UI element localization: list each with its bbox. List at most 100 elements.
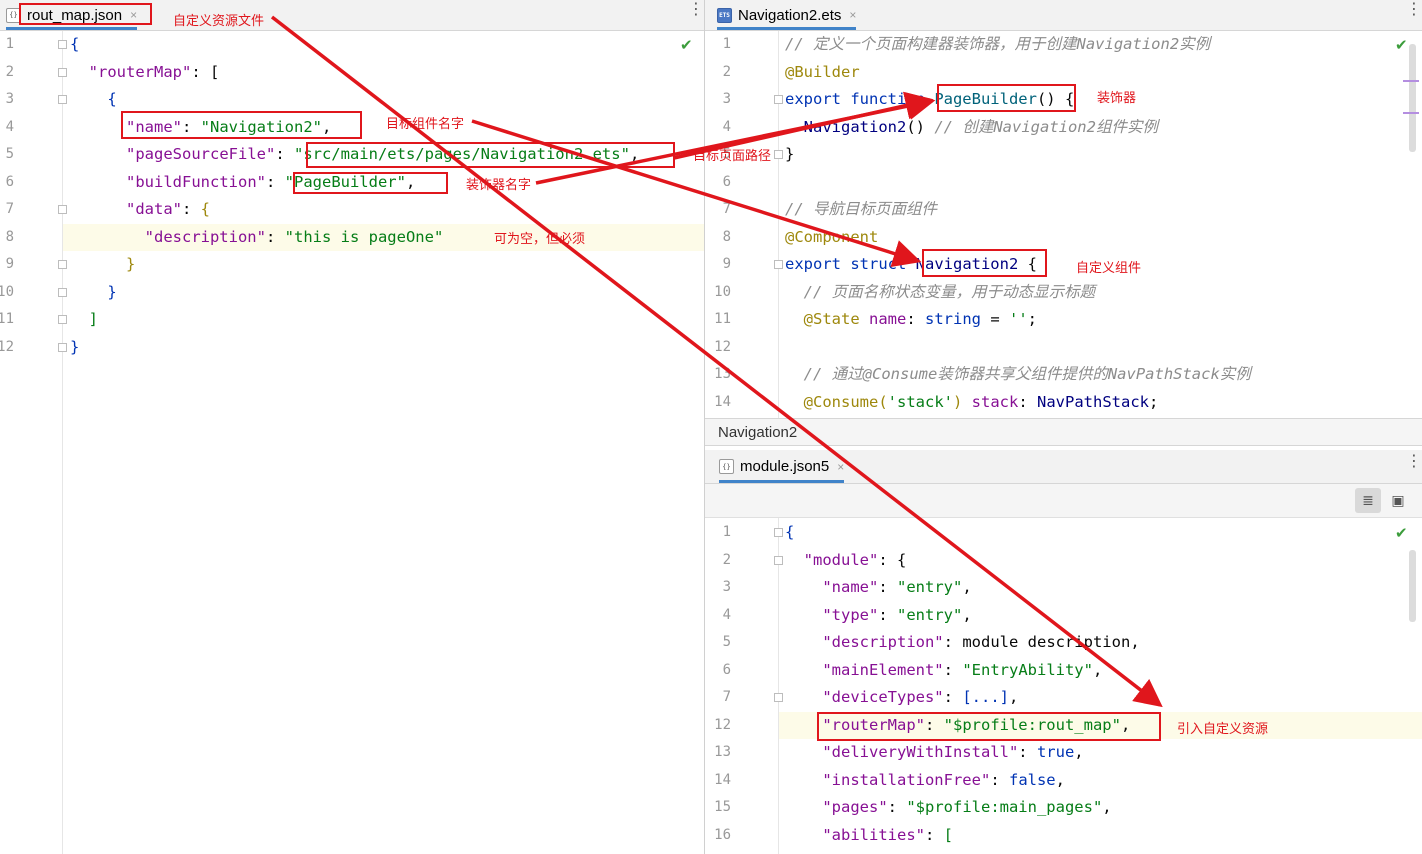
tab-navigation2-ets[interactable]: ETS Navigation2.ets × [717,0,857,30]
line-number[interactable]: 3 [705,86,731,114]
code-text[interactable]: } [70,251,135,279]
more-options-icon[interactable]: ⋮ [1406,1,1422,17]
line-number[interactable]: 4 [705,114,731,142]
code-line[interactable]: 6 "mainElement": "EntryAbility", [705,657,1422,685]
line-number[interactable]: 5 [0,141,14,169]
code-line[interactable]: 4 Navigation2() // 创建Navigation2组件实例 [705,114,1422,142]
code-text[interactable]: @Builder [785,59,860,87]
line-number[interactable]: 15 [705,794,731,822]
code-text[interactable]: { [785,519,794,547]
code-text[interactable]: @Component [785,224,878,252]
code-text[interactable]: @State name: string = ''; [785,306,1037,334]
line-number[interactable]: 4 [705,602,731,630]
fold-icon[interactable] [774,693,783,703]
code-text[interactable]: { [70,86,116,114]
line-number[interactable]: 12 [705,712,731,740]
code-text[interactable]: // 导航目标页面组件 [785,196,937,224]
code-line[interactable]: 11 ] [0,306,704,334]
line-number[interactable]: 12 [0,334,14,362]
code-line[interactable]: 13 // 通过@Consume装饰器共享父组件提供的NavPathStack实… [705,361,1422,389]
fold-icon[interactable] [58,205,67,215]
code-line[interactable]: 8 "description": "this is pageOne" [6,223,704,252]
line-number[interactable]: 2 [705,547,731,575]
code-line[interactable]: 2 "module": { [705,547,1422,575]
code-text[interactable]: } [70,334,79,362]
fold-icon[interactable] [774,260,783,270]
line-number[interactable]: 14 [705,767,731,795]
fold-icon[interactable] [58,315,67,325]
code-text[interactable]: "name": "entry", [785,574,971,602]
code-text[interactable]: Navigation2() // 创建Navigation2组件实例 [785,114,1158,142]
code-line[interactable]: 7 // 导航目标页面组件 [705,196,1422,224]
code-text[interactable]: "description": module description, [785,629,1139,657]
code-text[interactable]: } [785,141,794,169]
close-icon[interactable]: × [849,8,856,22]
tab-module-json5[interactable]: {} module.json5 × [719,450,845,483]
line-number[interactable]: 6 [705,169,731,197]
code-text[interactable]: @Consume('stack') stack: NavPathStack; [785,389,1159,417]
line-number[interactable]: 9 [705,251,731,279]
code-line[interactable]: 9 export struct Navigation2 { [705,251,1422,279]
code-text[interactable]: "data": { [70,196,210,224]
code-line[interactable]: 1 // 定义一个页面构建器装饰器，用于创建Navigation2实例 [705,31,1422,59]
code-text[interactable]: // 页面名称状态变量，用于动态显示标题 [785,279,1096,307]
fold-icon[interactable] [58,260,67,270]
code-line[interactable]: 7 "data": { [0,196,704,224]
more-options-icon[interactable]: ⋮ [1406,453,1422,469]
code-text[interactable]: "deviceTypes": [...], [785,684,1018,712]
fold-icon[interactable] [774,528,783,538]
more-options-icon[interactable]: ⋮ [688,1,704,17]
line-number[interactable]: 3 [705,574,731,602]
fold-icon[interactable] [58,287,67,297]
image-icon[interactable]: ▣ [1385,488,1411,513]
code-line[interactable]: 1{ [705,519,1422,547]
code-line[interactable]: 10 // 页面名称状态变量，用于动态显示标题 [705,279,1422,307]
code-line[interactable]: 12} [0,334,704,362]
fold-icon[interactable] [58,342,67,352]
code-text[interactable]: "abilities": [ [785,822,953,850]
code-text[interactable]: // 定义一个页面构建器装饰器，用于创建Navigation2实例 [785,31,1210,59]
line-number[interactable]: 12 [705,334,731,362]
line-number[interactable]: 6 [0,169,14,197]
code-text[interactable]: "module": { [785,547,907,575]
code-line[interactable]: 6 [705,169,1422,197]
code-text[interactable]: "description": "this is pageOne" [70,224,444,252]
code-line[interactable]: 3 { [0,86,704,114]
line-number[interactable]: 1 [705,31,731,59]
line-number[interactable]: 3 [0,86,14,114]
line-number[interactable]: 8 [0,224,14,252]
code-text[interactable]: "mainElement": "EntryAbility", [785,657,1102,685]
line-number[interactable]: 7 [705,196,731,224]
code-line[interactable]: 7 "deviceTypes": [...], [705,684,1422,712]
code-line[interactable]: 11 @State name: string = ''; [705,306,1422,334]
code-line[interactable]: 2 @Builder [705,59,1422,87]
line-number[interactable]: 16 [705,822,731,850]
code-line[interactable]: 12 [705,334,1422,362]
code-line[interactable]: 1{ [0,31,704,59]
line-number[interactable]: 9 [0,251,14,279]
code-text[interactable]: "deliveryWithInstall": true, [785,739,1083,767]
code-line[interactable]: 14 "installationFree": false, [705,767,1422,795]
reader-mode-icon[interactable]: ≣ [1355,488,1381,513]
code-line[interactable]: 5 "description": module description, [705,629,1422,657]
code-line[interactable]: 9 } [0,251,704,279]
line-number[interactable]: 13 [705,739,731,767]
scrollbar[interactable] [1409,44,1416,152]
line-number[interactable]: 7 [0,196,14,224]
code-line[interactable]: 3 "name": "entry", [705,574,1422,602]
code-text[interactable]: "routerMap": [ [70,59,220,87]
code-text[interactable]: { [70,31,79,59]
fold-icon[interactable] [774,150,783,160]
line-number[interactable]: 1 [705,519,731,547]
line-number[interactable]: 8 [705,224,731,252]
code-line[interactable]: 14 @Consume('stack') stack: NavPathStack… [705,389,1422,417]
line-number[interactable]: 4 [0,114,14,142]
line-number[interactable]: 2 [0,59,14,87]
code-line[interactable]: 10 } [0,279,704,307]
line-number[interactable]: 13 [705,361,731,389]
fold-icon[interactable] [58,95,67,105]
fold-icon[interactable] [774,95,783,105]
line-number[interactable]: 2 [705,59,731,87]
line-number[interactable]: 5 [705,629,731,657]
line-number[interactable]: 10 [0,279,14,307]
